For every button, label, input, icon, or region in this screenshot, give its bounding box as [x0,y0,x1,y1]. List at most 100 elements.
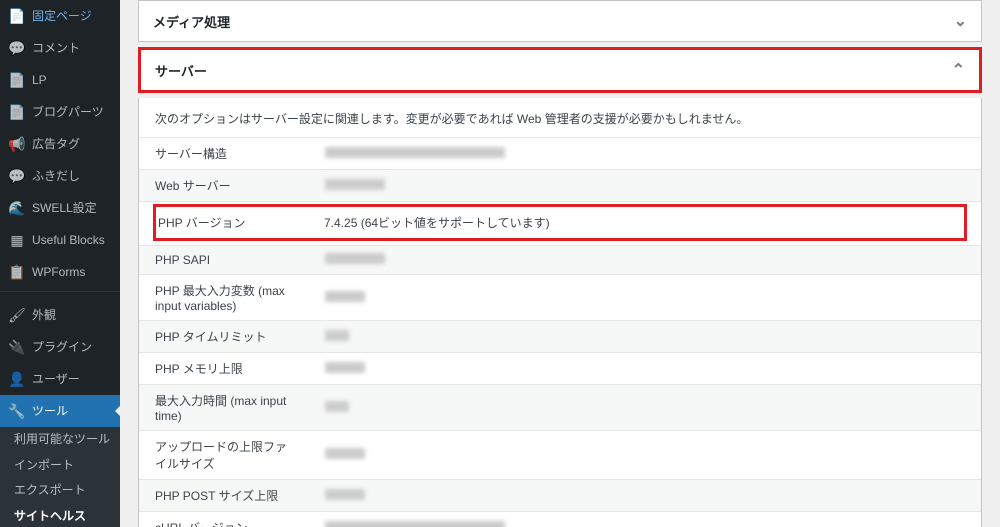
menu-label: 外観 [32,308,56,322]
panel-server-body: 次のオプションはサーバー設定に関連します。変更が必要であれば Web 管理者の支… [138,98,982,527]
tools-icon: 🔧 [8,402,26,420]
row-label: PHP メモリ上限 [139,353,309,385]
redacted-value [325,147,505,158]
menu-label: プラグイン [32,340,92,354]
panel-server: サーバー ⌃ [138,47,982,93]
menu-item-adtag[interactable]: 📢 広告タグ [0,128,120,160]
row-value: 7.4.25 (64ビット値をサポートしています) [324,207,550,238]
main-content: メディア処理 ⌄ サーバー ⌃ 次のオプションはサーバー設定に関連します。変更が… [120,0,1000,527]
menu-label: 固定ページ [32,9,92,23]
table-row: cURL バージョン [139,512,981,527]
redacted-value [325,253,385,264]
menu-label: SWELL設定 [32,201,97,215]
menu-label: ツール [32,404,68,418]
menu-label: コメント [32,41,80,55]
panel-server-desc: 次のオプションはサーバー設定に関連します。変更が必要であれば Web 管理者の支… [139,98,981,137]
menu-item-lp[interactable]: 📄 LP [0,64,120,96]
menu-label: ふきだし [32,169,80,183]
row-value [309,246,981,275]
menu-item-balloon[interactable]: 💬 ふきだし [0,160,120,192]
row-value [309,512,981,527]
menu-item-tools[interactable]: 🔧 ツール [0,395,120,427]
submenu-item[interactable]: インポート [0,453,120,479]
row-label: PHP タイムリミット [139,321,309,353]
redacted-value [325,448,365,459]
table-row: PHP メモリ上限 [139,353,981,385]
redacted-value [325,489,365,500]
row-label: アップロードの上限ファイルサイズ [139,431,309,480]
menu-item-wpforms[interactable]: 📋 WPForms [0,256,120,288]
menu-item-appearance[interactable]: 🖌 外観 [0,299,120,331]
row-label: cURL バージョン [139,512,309,527]
menu-item-blogparts[interactable]: 📄 ブログパーツ [0,96,120,128]
submenu-item[interactable]: サイトヘルス [0,504,120,527]
swell-icon: 🌊 [8,199,26,217]
panel-title: サーバー [155,61,207,80]
redacted-value [325,521,505,527]
row-value [309,275,981,321]
table-row: PHP 最大入力変数 (max input variables) [139,275,981,321]
panel-media-header[interactable]: メディア処理 ⌄ [139,1,981,41]
row-label: PHP POST サイズ上限 [139,480,309,512]
menu-item-users[interactable]: 👤 ユーザー [0,363,120,395]
comment-icon: 💬 [8,39,26,57]
menu-label: ブログパーツ [32,105,104,119]
table-row: PHP SAPI [139,246,981,275]
menu-label: WPForms [32,265,85,279]
redacted-value [325,330,349,341]
menu-item-page[interactable]: 📄 固定ページ [0,0,120,32]
row-value [309,431,981,480]
balloon-icon: 💬 [8,167,26,185]
adtag-icon: 📢 [8,135,26,153]
menu-label: 広告タグ [32,137,80,151]
row-value [309,353,981,385]
row-value [309,321,981,353]
blogparts-icon: 📄 [8,103,26,121]
table-row: PHP POST サイズ上限 [139,480,981,512]
redacted-value [325,291,365,302]
users-icon: 👤 [8,370,26,388]
table-row: Web サーバー [139,170,981,202]
plugins-icon: 🔌 [8,338,26,356]
panel-title: メディア処理 [153,12,230,31]
lp-icon: 📄 [8,71,26,89]
panel-server-header[interactable]: サーバー ⌃ [141,50,979,90]
chevron-up-icon: ⌃ [952,60,965,80]
row-label: サーバー構造 [139,138,309,170]
submenu-item[interactable]: 利用可能なツール [0,427,120,453]
row-label: PHP 最大入力変数 (max input variables) [139,275,309,321]
menu-item-plugins[interactable]: 🔌 プラグイン [0,331,120,363]
row-label: Web サーバー [139,170,309,202]
row-label: PHP バージョン [156,207,324,238]
table-row: サーバー構造 [139,138,981,170]
server-info-table: サーバー構造Web サーバーPHP バージョン7.4.25 (64ビット値をサポ… [139,137,981,527]
tools-submenu: 利用可能なツールインポートエクスポートサイトヘルス個人データのエクスポート個人デ… [0,427,120,527]
menu-label: LP [32,73,47,87]
table-row: 最大入力時間 (max input time) [139,385,981,431]
row-value [309,480,981,512]
submenu-item[interactable]: エクスポート [0,478,120,504]
php-version-highlight: PHP バージョン7.4.25 (64ビット値をサポートしています) [153,204,967,241]
menu-item-blocks[interactable]: ▦Useful Blocks [0,224,120,256]
chevron-down-icon: ⌄ [954,11,967,31]
page-icon: 📄 [8,7,26,25]
row-value [309,385,981,431]
menu-label: Useful Blocks [32,233,105,247]
row-value [309,138,981,170]
redacted-value [325,401,349,412]
table-row: アップロードの上限ファイルサイズ [139,431,981,480]
wpforms-icon: 📋 [8,263,26,281]
admin-sidebar: 📄 固定ページ 💬 コメント 📄 LP 📄 ブログパーツ 📢 広告タグ 💬 ふきだし 🌊 SWELL設定 ▦… [0,0,120,527]
row-label: PHP SAPI [139,246,309,275]
menu-item-swell[interactable]: 🌊 SWELL設定 [0,192,120,224]
menu-label: ユーザー [32,372,80,386]
menu-separator [0,291,120,296]
row-label: 最大入力時間 (max input time) [139,385,309,431]
menu-item-comment[interactable]: 💬 コメント [0,32,120,64]
redacted-value [325,179,385,190]
appearance-icon: 🖌 [8,306,26,324]
row-value [309,170,981,202]
redacted-value [325,362,365,373]
table-row: PHP タイムリミット [139,321,981,353]
panel-media: メディア処理 ⌄ [138,0,982,42]
